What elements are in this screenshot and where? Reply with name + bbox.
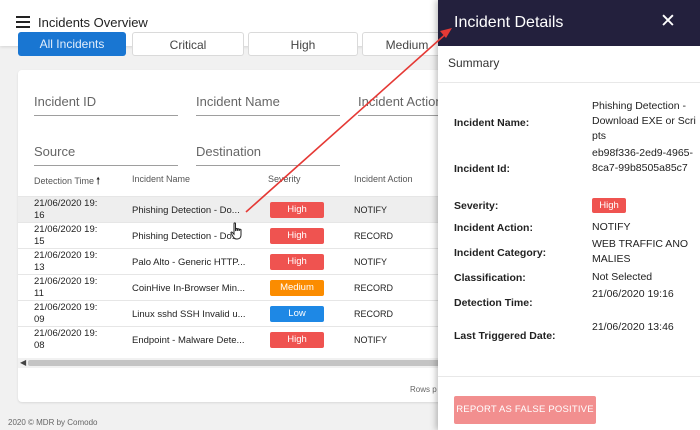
- incident-id-value: eb98f336-2ed9-4965-8ca7-99b8505a85c7: [592, 147, 694, 174]
- incident-action-cell: NOTIFY: [354, 205, 387, 215]
- severity-badge: High: [270, 202, 324, 218]
- table-row[interactable]: 21/06/2020 19: 09 Linux sshd SSH Invalid…: [18, 300, 448, 326]
- column-header-incident-action[interactable]: Incident Action: [354, 174, 413, 184]
- severity-label: Severity:: [454, 200, 499, 212]
- incident-details-drawer: Incident Details ✕ Summary Incident Name…: [438, 0, 700, 430]
- horizontal-scrollbar[interactable]: ◀: [18, 358, 448, 368]
- detection-time-label: Detection Time:: [454, 297, 533, 309]
- source-field[interactable]: [34, 132, 178, 166]
- column-header-severity[interactable]: Severity: [268, 174, 301, 184]
- detection-time-cell: 21/06/2020 19: 09: [34, 302, 98, 325]
- incident-name-cell: Linux sshd SSH Invalid u...: [132, 309, 246, 320]
- incident-name-value: Phishing Detection - Download EXE or Scr…: [592, 100, 696, 142]
- column-header-label: Detection Time: [34, 176, 95, 186]
- filter-all-incidents-button[interactable]: All Incidents: [18, 32, 126, 56]
- arrow-up-icon[interactable]: 🠕: [96, 176, 100, 187]
- incident-action-input[interactable]: [358, 82, 448, 109]
- incident-name-cell: Phishing Detection - Do...: [132, 231, 240, 242]
- last-triggered-date-value: 21/06/2020 13:46: [592, 321, 674, 333]
- severity-badge: High: [270, 228, 324, 244]
- detection-time-cell: 21/06/2020 19: 11: [34, 276, 98, 299]
- filter-high-button[interactable]: High: [248, 32, 358, 56]
- severity-badge: High: [270, 254, 324, 270]
- incident-name-cell: Palo Alto - Generic HTTP...: [132, 257, 246, 268]
- table-row[interactable]: 21/06/2020 19: 08 Endpoint - Malware Det…: [18, 326, 448, 352]
- severity-badge: High: [270, 332, 324, 348]
- incident-action-cell: NOTIFY: [354, 257, 387, 267]
- hand-cursor-icon: [230, 222, 242, 240]
- scrollbar-thumb[interactable]: [28, 360, 448, 366]
- severity-badge: Low: [270, 306, 324, 322]
- table-row[interactable]: 21/06/2020 19: 16 Phishing Detection - D…: [18, 196, 448, 222]
- page-title: Incidents Overview: [38, 15, 148, 30]
- destination-input[interactable]: [196, 132, 340, 159]
- incident-action-label: Incident Action:: [454, 222, 533, 234]
- detection-time-cell: 21/06/2020 19: 16: [34, 198, 98, 221]
- drawer-title: Incident Details: [454, 14, 564, 31]
- detection-time-cell: 21/06/2020 19: 13: [34, 250, 98, 273]
- incident-action-cell: RECORD: [354, 309, 394, 319]
- drawer-header: Incident Details ✕: [438, 0, 700, 46]
- incident-name-label: Incident Name:: [454, 117, 530, 129]
- last-triggered-date-label: Last Triggered Date:: [454, 330, 556, 342]
- incident-name-cell: CoinHive In-Browser Min...: [132, 283, 245, 294]
- incident-id-input[interactable]: [34, 82, 178, 109]
- incident-category-value: WEB TRAFFIC ANOMALIES: [592, 238, 689, 265]
- column-header-detection-time[interactable]: Detection Time 🠕: [34, 174, 100, 191]
- incident-id-label: Incident Id:: [454, 163, 510, 175]
- incident-id-field[interactable]: [34, 82, 178, 116]
- incident-action-cell: RECORD: [354, 283, 394, 293]
- table-row[interactable]: 21/06/2020 19: 13 Palo Alto - Generic HT…: [18, 248, 448, 274]
- detection-time-value: 21/06/2020 19:16: [592, 288, 674, 300]
- incident-action-cell: RECORD: [354, 231, 394, 241]
- close-icon[interactable]: ✕: [660, 12, 676, 32]
- incident-action-value: NOTIFY: [592, 221, 631, 233]
- summary-heading: Summary: [448, 56, 500, 70]
- incident-name-cell: Endpoint - Malware Dete...: [132, 335, 245, 346]
- severity-badge: High: [592, 198, 626, 213]
- rows-per-page-label: Rows p: [410, 385, 437, 394]
- incident-name-cell: Phishing Detection - Do...: [132, 205, 240, 216]
- incident-action-cell: NOTIFY: [354, 335, 387, 345]
- divider: [438, 376, 700, 377]
- column-header-incident-name[interactable]: Incident Name: [132, 174, 190, 184]
- classification-value: Not Selected: [592, 271, 653, 283]
- incident-name-field[interactable]: [196, 82, 340, 116]
- incident-name-input[interactable]: [196, 82, 340, 109]
- divider: [438, 82, 700, 83]
- footer-copyright: 2020 © MDR by Comodo: [8, 418, 98, 427]
- table-row[interactable]: 21/06/2020 19: 11 CoinHive In-Browser Mi…: [18, 274, 448, 300]
- filter-critical-button[interactable]: Critical: [132, 32, 244, 56]
- scroll-left-icon[interactable]: ◀: [20, 358, 26, 367]
- detection-time-cell: 21/06/2020 19: 15: [34, 224, 98, 247]
- incident-action-field[interactable]: [358, 82, 448, 116]
- detection-time-cell: 21/06/2020 19: 08: [34, 328, 98, 351]
- incident-category-label: Incident Category:: [454, 247, 547, 259]
- destination-field[interactable]: [196, 132, 340, 166]
- report-false-positive-button[interactable]: REPORT AS FALSE POSITIVE: [454, 396, 596, 424]
- hamburger-icon[interactable]: [16, 16, 30, 28]
- classification-label: Classification:: [454, 272, 526, 284]
- source-input[interactable]: [34, 132, 178, 159]
- severity-badge: Medium: [270, 280, 324, 296]
